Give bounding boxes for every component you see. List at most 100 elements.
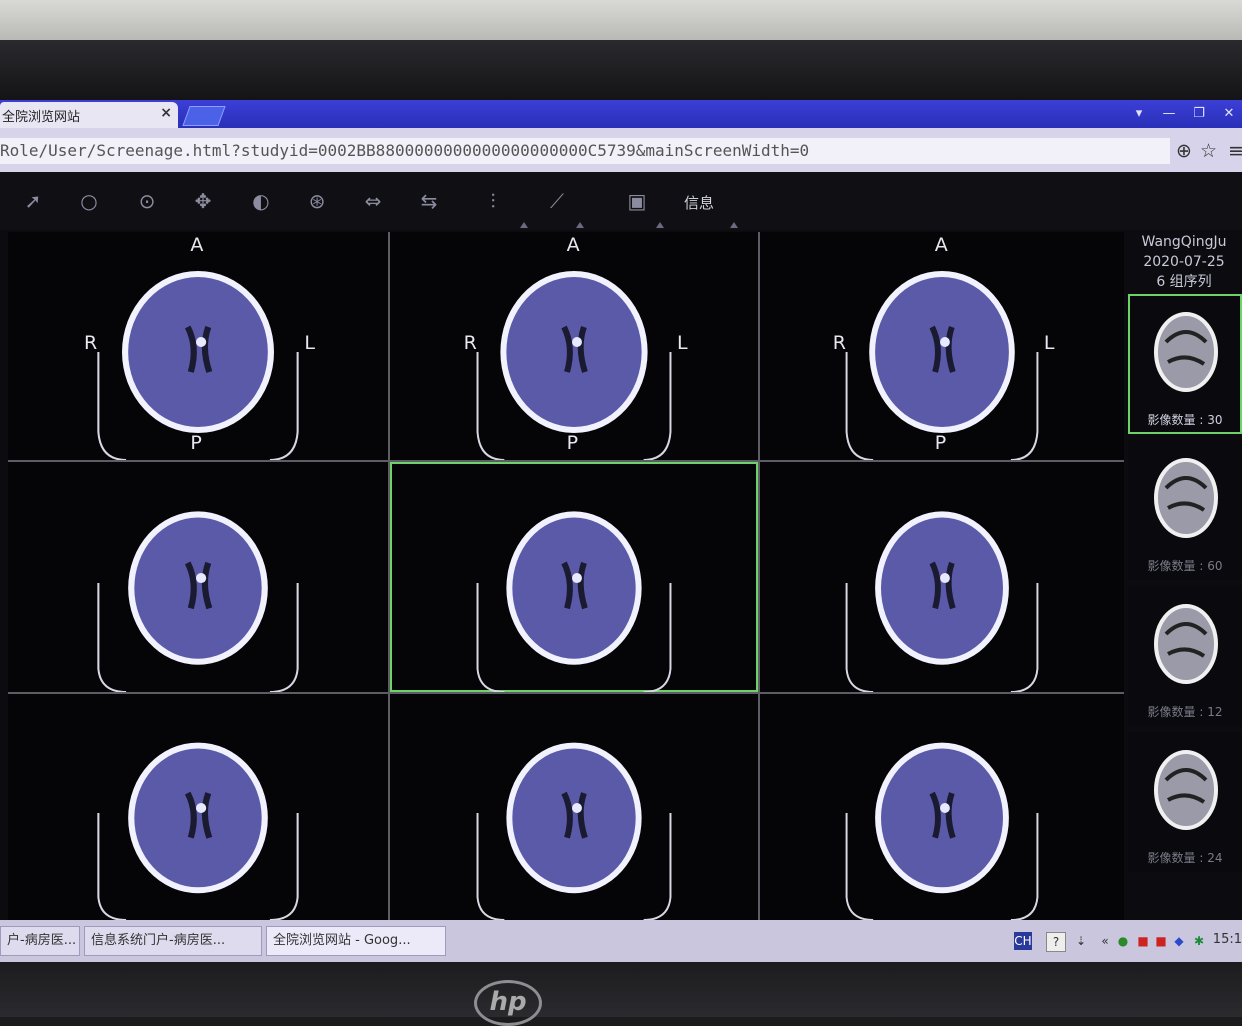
orientation-anterior: A — [934, 234, 948, 256]
volume-icon[interactable]: ◆ — [1170, 932, 1188, 950]
orientation-left: L — [304, 332, 315, 354]
taskbar-item[interactable]: 信息系统门户-病房医... — [84, 926, 262, 956]
brain-tissue — [134, 517, 262, 659]
series-thumbnail-image — [1154, 312, 1218, 392]
adjust-icon[interactable]: ⫶ — [478, 188, 508, 214]
orientation-posterior: P — [190, 432, 202, 454]
ct-slice-image — [97, 271, 299, 460]
rotate-icon[interactable]: ⇔ — [358, 188, 388, 214]
ct-image-grid: A P R L A P R L A P R L — [8, 232, 1124, 920]
measure-icon[interactable]: ⟋ — [542, 188, 572, 214]
app-tray-icon[interactable]: ■ — [1134, 932, 1152, 950]
tray-expand-icon[interactable]: « — [1096, 932, 1114, 950]
browser-menu-icon[interactable]: ≡ — [1228, 140, 1242, 162]
ime-indicator[interactable]: CH — [1014, 932, 1032, 950]
series-thumbnail[interactable]: 影像数量 : 24 — [1128, 732, 1242, 872]
window-level-icon[interactable]: ◐ — [246, 188, 276, 214]
flip-icon[interactable]: ⇆ — [414, 188, 444, 214]
color-icon[interactable]: ⊛ — [302, 188, 332, 214]
url-field[interactable]: Role/User/Screenage.html?studyid=0002BB8… — [0, 138, 1170, 164]
ct-slice-viewport[interactable] — [8, 462, 388, 692]
series-image-count: 影像数量 : 12 — [1147, 705, 1223, 719]
orientation-right: R — [463, 332, 477, 354]
app-tray-icon-2[interactable]: ■ — [1152, 932, 1170, 950]
address-bar: Role/User/Screenage.html?studyid=0002BB8… — [0, 128, 1242, 172]
brain-tissue — [134, 748, 262, 888]
ct-slice-image — [845, 742, 1039, 920]
orientation-anterior: A — [566, 234, 580, 256]
browser-tab-bar: 全院浏览网站 × ▾ — ❐ ✕ — [0, 100, 1242, 128]
wall-background — [0, 0, 1242, 40]
ct-slice-viewport[interactable] — [390, 462, 758, 692]
ct-slice-image — [476, 511, 672, 692]
info-button[interactable]: 信息 — [684, 192, 714, 213]
brain-tissue — [506, 277, 642, 427]
series-thumbnail-image — [1154, 458, 1218, 538]
clock: 15:1 — [1212, 932, 1242, 947]
restore-icon[interactable]: ❐ — [1186, 104, 1212, 124]
orientation-left: L — [1043, 332, 1055, 354]
thumb-skull — [1154, 458, 1218, 538]
patient-name: WangQingJu — [1141, 234, 1227, 250]
study-date: 2020-07-25 — [1143, 254, 1225, 270]
zoom-page-icon[interactable]: ⊕ — [1176, 140, 1192, 162]
pointer-icon[interactable]: ➚ — [18, 188, 48, 214]
sync-icon[interactable]: ✱ — [1190, 932, 1208, 950]
taskbar-item[interactable]: 户-病房医... — [0, 926, 80, 956]
help-icon[interactable]: ? — [1046, 932, 1066, 952]
minimize-icon[interactable]: — — [1156, 104, 1182, 124]
calcification-spot — [195, 337, 207, 347]
orientation-posterior: P — [566, 432, 579, 454]
bookmark-star-icon[interactable]: ☆ — [1200, 140, 1217, 162]
ct-slice-viewport[interactable]: A P R L — [390, 232, 758, 460]
series-image-count: 影像数量 : 24 — [1147, 851, 1223, 865]
tab-close-icon[interactable]: × — [160, 105, 172, 121]
series-sidebar: WangQingJu 2020-07-25 6 组序列 影像数量 : 30 影像数… — [1126, 232, 1242, 920]
taskbar-item-active[interactable]: 全院浏览网站 - Goog... — [266, 926, 446, 956]
zoom-icon[interactable]: ○ — [74, 188, 104, 214]
brain-tissue — [128, 277, 268, 427]
series-thumbnail[interactable]: 影像数量 : 60 — [1128, 440, 1242, 580]
close-window-icon[interactable]: ✕ — [1216, 104, 1242, 124]
network-icon[interactable]: ● — [1114, 932, 1132, 950]
thumb-skull — [1154, 312, 1218, 392]
magnify-icon[interactable]: ⊙ — [132, 188, 162, 214]
ct-slice-image — [845, 511, 1039, 692]
user-menu-icon[interactable]: ▾ — [1126, 104, 1152, 124]
brain-tissue — [881, 517, 1003, 659]
new-tab-button[interactable] — [182, 106, 226, 126]
dropdown-tick — [656, 222, 664, 228]
thumb-skull — [1154, 750, 1218, 830]
series-thumbnail[interactable]: 影像数量 : 12 — [1128, 586, 1242, 726]
taskbar: 户-病房医... 信息系统门户-病房医... 全院浏览网站 - Goog... … — [0, 920, 1242, 962]
monitor-screen: 全院浏览网站 × ▾ — ❐ ✕ Role/User/Screenage.htm… — [0, 100, 1242, 962]
series-image-count: 影像数量 : 30 — [1147, 413, 1223, 427]
orientation-left: L — [677, 332, 688, 354]
brain-tissue — [512, 517, 636, 659]
save-icon[interactable]: ▣ — [622, 188, 652, 214]
pan-icon[interactable]: ✥ — [188, 188, 218, 214]
orientation-right: R — [84, 332, 98, 354]
tab-title: 全院浏览网站 — [2, 110, 81, 125]
ct-slice-image — [476, 271, 672, 460]
ct-slice-viewport[interactable]: A P R L — [8, 232, 388, 460]
ct-slice-viewport[interactable] — [390, 694, 758, 920]
ct-slice-viewport[interactable] — [8, 694, 388, 920]
dropdown-tick — [576, 222, 584, 228]
brain-tissue — [875, 277, 1009, 427]
ct-slice-image — [845, 271, 1039, 460]
dropdown-tick — [730, 222, 738, 228]
browser-tab[interactable]: 全院浏览网站 × — [0, 102, 178, 128]
hp-logo: hp — [474, 980, 542, 1026]
ct-slice-viewport[interactable] — [760, 462, 1124, 692]
calcification-spot — [572, 337, 582, 347]
series-thumbnail[interactable]: 影像数量 : 30 — [1128, 294, 1242, 434]
ct-slice-viewport[interactable] — [760, 694, 1124, 920]
series-summary: 6 组序列 — [1156, 274, 1212, 290]
tray-menu-icon[interactable]: ⇣ — [1072, 932, 1090, 950]
ct-slice-viewport[interactable]: A P R L — [760, 232, 1124, 460]
series-image-count: 影像数量 : 60 — [1147, 559, 1223, 573]
brain-tissue — [881, 748, 1003, 888]
monitor-bezel-top — [0, 40, 1242, 100]
viewer-toolbar: ➚ ○ ⊙ ✥ ◐ ⊛ ⇔ ⇆ ⫶ ⟋ ▣ 信息 — [0, 172, 1242, 230]
